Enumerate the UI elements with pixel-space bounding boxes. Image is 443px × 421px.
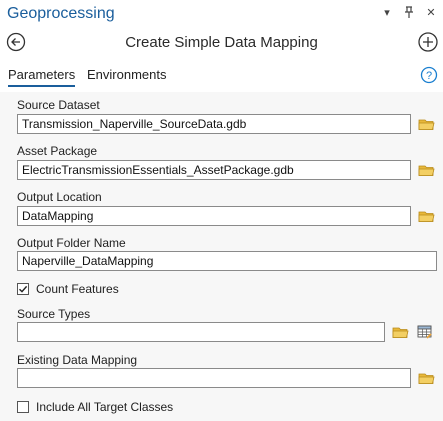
- tab-parameters[interactable]: Parameters: [8, 67, 76, 87]
- asset-package-browse-button[interactable]: [418, 163, 436, 177]
- pin-icon[interactable]: [403, 6, 415, 22]
- folder-icon: [418, 211, 435, 222]
- include-all-target-classes-label: Include All Target Classes: [36, 400, 174, 414]
- include-all-target-classes-checkbox[interactable]: [17, 401, 29, 413]
- source-dataset-browse-button[interactable]: [418, 117, 436, 131]
- pane-header: Geoprocessing ▾ ✕: [0, 0, 443, 28]
- existing-data-mapping-input[interactable]: [17, 368, 411, 388]
- close-icon[interactable]: ✕: [425, 6, 437, 22]
- tab-environments[interactable]: Environments: [87, 67, 166, 82]
- existing-data-mapping-label: Existing Data Mapping: [17, 353, 138, 367]
- add-button[interactable]: [417, 31, 439, 53]
- table-icon: [417, 325, 432, 339]
- tool-title: Create Simple Data Mapping: [125, 34, 318, 51]
- svg-text:?: ?: [426, 70, 432, 82]
- count-features-label: Count Features: [36, 282, 119, 296]
- help-icon: ?: [420, 66, 438, 84]
- existing-data-mapping-browse-button[interactable]: [418, 371, 436, 385]
- help-button[interactable]: ?: [420, 66, 438, 84]
- count-features-checkbox[interactable]: [17, 283, 29, 295]
- source-types-input[interactable]: [17, 322, 385, 342]
- output-location-browse-button[interactable]: [418, 209, 436, 223]
- output-folder-name-label: Output Folder Name: [17, 236, 126, 250]
- source-dataset-label: Source Dataset: [17, 98, 100, 112]
- source-types-browse-button[interactable]: [392, 325, 410, 339]
- include-all-target-classes-row: Include All Target Classes: [17, 400, 173, 414]
- pane-title: Geoprocessing: [7, 5, 115, 22]
- source-types-label: Source Types: [17, 307, 91, 321]
- geoprocessing-pane: Geoprocessing ▾ ✕ Create Simple Data Map…: [0, 0, 443, 421]
- folder-icon: [392, 327, 409, 338]
- folder-icon: [418, 373, 435, 384]
- folder-icon: [418, 165, 435, 176]
- folder-icon: [418, 119, 435, 130]
- checkmark-icon: [19, 285, 28, 293]
- output-folder-name-input[interactable]: Naperville_DataMapping: [17, 251, 437, 271]
- add-circle-icon: [418, 32, 438, 52]
- tool-header: Create Simple Data Mapping: [0, 30, 443, 56]
- output-location-label: Output Location: [17, 190, 102, 204]
- source-dataset-input[interactable]: Transmission_Naperville_SourceData.gdb: [17, 114, 411, 134]
- source-types-table-button[interactable]: [417, 324, 433, 340]
- asset-package-input[interactable]: ElectricTransmissionEssentials_AssetPack…: [17, 160, 411, 180]
- pane-controls: ▾ ✕: [381, 6, 437, 22]
- chevron-down-icon[interactable]: ▾: [381, 6, 393, 22]
- output-location-input[interactable]: DataMapping: [17, 206, 411, 226]
- parameters-form: Source Dataset Transmission_Naperville_S…: [0, 92, 443, 421]
- tab-bar: Parameters Environments ?: [0, 64, 443, 88]
- asset-package-label: Asset Package: [17, 144, 98, 158]
- count-features-row: Count Features: [17, 282, 119, 296]
